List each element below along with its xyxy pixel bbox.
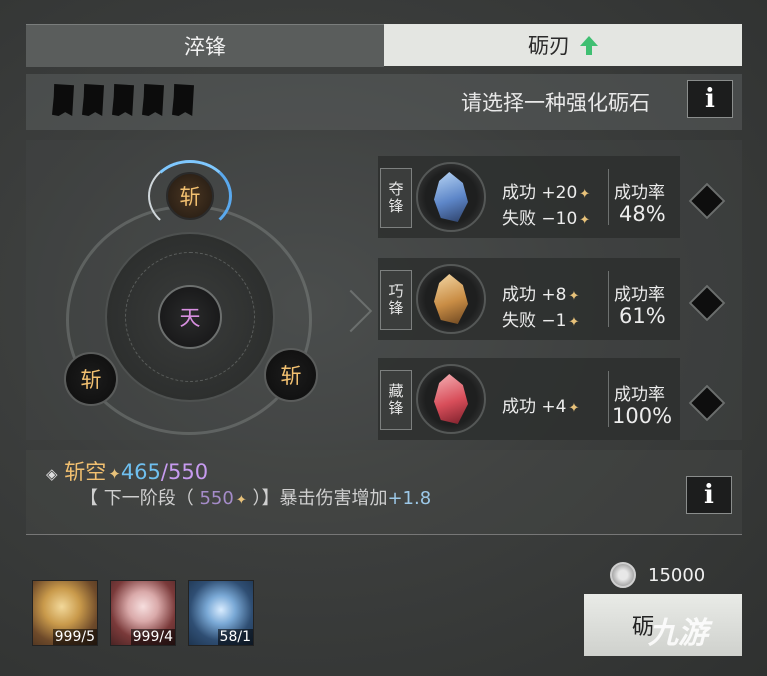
- stone-name: 巧锋: [380, 270, 412, 330]
- red-crystal-icon: [434, 374, 468, 424]
- silver-coin-icon: [610, 562, 636, 588]
- skill-slash: /: [160, 460, 168, 484]
- wheel-node-center[interactable]: 天: [158, 285, 222, 349]
- tab-cuifeng[interactable]: 淬锋: [26, 24, 384, 67]
- sword-spark-icon: ✦: [568, 401, 580, 416]
- success-text: 成功 +8: [502, 285, 567, 305]
- skill-next-stage: 【 下一阶段（ 550 ✦ ）】暴击伤害增加+1.8: [80, 484, 431, 510]
- item-pink-stone[interactable]: 999/4: [110, 580, 176, 646]
- rate-value: 48%: [619, 202, 666, 226]
- rate-value: 100%: [612, 404, 673, 428]
- info-button-skill[interactable]: i: [686, 476, 732, 514]
- success-text: 成功 +20: [502, 183, 578, 203]
- sword-spark-icon: ✦: [108, 465, 121, 483]
- flag-icon: [172, 84, 194, 116]
- sword-spark-icon: ✦: [235, 493, 247, 508]
- divider: [608, 169, 609, 225]
- sword-spark-icon: ✦: [579, 187, 591, 202]
- success-stat: 成功 +8 ✦: [502, 280, 579, 305]
- detail-value: 550: [199, 488, 234, 509]
- wheel-node-right[interactable]: 斩: [264, 348, 318, 402]
- wheel-node-top[interactable]: 斩: [166, 172, 214, 220]
- watermark-text: 九游: [648, 616, 708, 651]
- stone-row-qiaofeng[interactable]: 巧锋 成功 +8 ✦ 失败 −1 ✦ 成功率 61%: [378, 258, 680, 340]
- divider: [608, 371, 609, 427]
- flag-icon: [82, 84, 104, 116]
- success-stat: 成功 +20 ✦: [502, 178, 590, 203]
- fail-stat: 失败 −1 ✦: [502, 306, 579, 331]
- skill-name: 斩空: [64, 460, 107, 484]
- stone-row-cangfeng[interactable]: 藏锋 成功 +4 ✦ 成功率 100%: [378, 358, 680, 440]
- select-stone-prompt: 请选择一种强化砺石: [461, 91, 650, 115]
- blue-crystal-icon: [434, 172, 468, 222]
- item-blue-spirit[interactable]: 58/1: [188, 580, 254, 646]
- stone-slot: [416, 264, 486, 334]
- progress-flags: [52, 84, 194, 116]
- flag-icon: [52, 84, 74, 116]
- success-stat: 成功 +4 ✦: [502, 392, 579, 417]
- fail-text: 失败 −10: [502, 209, 578, 229]
- rate-label: 成功率: [614, 183, 665, 203]
- fail-stat: 失败 −10 ✦: [502, 204, 590, 229]
- stone-row-duofeng[interactable]: 夺锋 成功 +20 ✦ 失败 −10 ✦ 成功率 48%: [378, 156, 680, 238]
- skill-name-line: ◈ 斩空 ✦465/550: [46, 456, 208, 486]
- item-count: 999/4: [130, 629, 175, 645]
- watermark-logo: 九游: [648, 608, 708, 652]
- stone-slot: [416, 162, 486, 232]
- item-gold-orb[interactable]: 999/5: [32, 580, 98, 646]
- item-count: 58/1: [217, 629, 253, 645]
- rate-label: 成功率: [614, 285, 665, 305]
- skill-max: 550: [167, 460, 209, 484]
- item-count: 999/5: [52, 629, 97, 645]
- rate-label: 成功率: [614, 385, 665, 405]
- tab-liren[interactable]: 砺刃: [384, 24, 742, 66]
- detail-bonus: +1.8: [387, 488, 432, 509]
- wheel-node-left[interactable]: 斩: [64, 352, 118, 406]
- gold-crystal-icon: [434, 274, 468, 324]
- success-text: 成功 +4: [502, 397, 567, 417]
- info-button-header[interactable]: i: [687, 80, 733, 118]
- rate-value: 61%: [619, 304, 666, 328]
- stone-slot: [416, 364, 486, 434]
- sword-spark-icon: ✦: [579, 213, 591, 228]
- tab-liren-label: 砺刃: [528, 34, 570, 58]
- tab-cuifeng-label: 淬锋: [184, 35, 226, 59]
- stone-name: 藏锋: [380, 370, 412, 430]
- sword-spark-icon: ✦: [568, 315, 580, 330]
- flag-icon: [112, 84, 134, 116]
- detail-prefix: 【 下一阶段（: [80, 488, 200, 509]
- fail-text: 失败 −1: [502, 311, 567, 331]
- stone-name: 夺锋: [380, 168, 412, 228]
- sword-spark-icon: ✦: [568, 289, 580, 304]
- skill-current: 465: [120, 460, 161, 484]
- currency-value: 15000: [648, 565, 706, 586]
- diamond-bullet-icon: ◈: [46, 465, 58, 483]
- green-up-arrow-icon: [580, 36, 598, 55]
- divider: [608, 271, 609, 327]
- detail-suffix: ）】暴击伤害增加: [246, 488, 388, 509]
- flag-icon: [142, 84, 164, 116]
